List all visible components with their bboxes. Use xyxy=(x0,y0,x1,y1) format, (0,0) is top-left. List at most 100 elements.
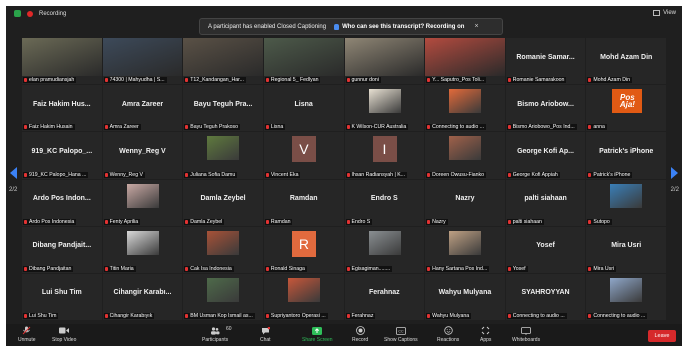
participant-tile[interactable]: BM Usman Kop Ismail as... xyxy=(183,273,263,320)
participant-tile[interactable]: Ramdan Ramdan xyxy=(263,179,344,226)
recording-indicator[interactable]: Recording xyxy=(14,10,66,17)
stop-video-button[interactable]: Stop Video xyxy=(52,326,76,343)
participant-tile[interactable]: Wenny_Reg V Wenny_Reg V xyxy=(102,132,183,179)
participant-caption-text: Ramdan xyxy=(270,218,291,225)
participant-profile-picture xyxy=(126,230,159,255)
participant-name-caption: Cihangir Karabıyık xyxy=(103,313,155,319)
microphone-muted-icon xyxy=(588,219,592,224)
microphone-muted-icon xyxy=(427,78,431,83)
participant-tile[interactable]: Faiz Hakim Hus... Faiz Hakim Husain xyxy=(22,85,102,132)
participant-tile[interactable]: Mira Usri Mira Usri xyxy=(586,226,666,273)
participant-tile[interactable]: Bayu Teguh Pra... Bayu Teguh Prakoso xyxy=(183,85,263,132)
participant-tile[interactable]: Sutopo xyxy=(586,179,666,226)
participant-tile[interactable]: K Wilson-CUR Australia xyxy=(344,85,425,132)
participant-tile[interactable]: Connecting to audio ... xyxy=(425,85,505,132)
participant-tile[interactable]: Mohd Azam Din Mohd Azam Din xyxy=(586,38,666,85)
participant-tile[interactable]: Damla Zeybel Damla Zeybel xyxy=(183,179,263,226)
participant-tile[interactable]: gunnur doni xyxy=(344,38,425,85)
apps-icon xyxy=(481,326,491,335)
show-captions-button[interactable]: CC Show Captions xyxy=(384,326,418,343)
participant-tile[interactable]: George Kofi Ap... George Kofi Appiah xyxy=(505,132,586,179)
participant-tile[interactable]: Wahyu Mulyana Wahyu Mulyana xyxy=(425,273,505,320)
participants-button[interactable]: Participants xyxy=(202,326,228,343)
participant-tile[interactable]: Nazry Nazry xyxy=(425,179,505,226)
participant-tile[interactable]: Lui Shu Tim Lui Shu Tim xyxy=(22,273,102,320)
participant-tile[interactable]: Bismo Ariobow... Bismo Ariobowo_Pos Ind..… xyxy=(505,85,586,132)
participant-tile[interactable]: R Ronald Sinaga xyxy=(263,226,344,273)
participant-tile[interactable]: Endro S Endro S xyxy=(344,179,425,226)
participant-tile[interactable]: V Vincent Eka xyxy=(263,132,344,179)
participant-tile[interactable]: T12_Kandangan_Har... xyxy=(183,38,263,85)
participant-caption-text: Lisna xyxy=(270,124,284,131)
transcript-visibility-link[interactable]: Who can see this transcript? Recording o… xyxy=(334,23,464,30)
next-page-nav[interactable]: 2/2 xyxy=(671,167,679,193)
share-screen-button[interactable]: Share Screen xyxy=(302,326,333,343)
participant-name-caption: Vincent Eka xyxy=(264,171,301,178)
participant-profile-picture xyxy=(207,136,240,161)
participant-tile[interactable]: Regional 5_ Fedlyan xyxy=(263,38,344,85)
whiteboards-button[interactable]: Whiteboards xyxy=(512,326,540,343)
participant-tile[interactable]: Y... Saputro_Pos Toli... xyxy=(425,38,505,85)
microphone-muted-icon xyxy=(265,78,269,83)
participant-tile[interactable]: Cak Isa Indonesia xyxy=(183,226,263,273)
participant-caption-text: Hany Sartana Pos Ind... xyxy=(432,265,488,272)
participant-tile[interactable]: 74300 | Mahyudha | S... xyxy=(102,38,183,85)
microphone-muted-icon xyxy=(507,125,511,130)
participant-tile[interactable]: Pos Aja! anna xyxy=(586,85,666,132)
reactions-button[interactable]: Reactions xyxy=(437,326,459,343)
chevron-left-icon[interactable] xyxy=(9,167,17,179)
participant-profile-picture xyxy=(610,183,643,208)
participant-tile[interactable]: elan pramudiansjah xyxy=(22,38,102,85)
participant-tile[interactable]: Doreen Owusu-Fianko xyxy=(425,132,505,179)
participant-name-caption: Y... Saputro_Pos Toli... xyxy=(426,77,487,84)
chevron-right-icon[interactable] xyxy=(671,167,679,179)
record-button[interactable]: Record xyxy=(352,326,368,343)
security-shield-icon[interactable] xyxy=(14,10,21,17)
participant-tile[interactable]: Amra Zareer Amra Zareer xyxy=(102,85,183,132)
participant-display-name: Dibang Pandjait... xyxy=(32,242,92,250)
close-icon[interactable]: × xyxy=(474,23,478,30)
participant-tile[interactable]: palti siahaan palti siahaan xyxy=(505,179,586,226)
participant-profile-picture xyxy=(207,230,240,255)
microphone-muted-icon xyxy=(265,314,269,318)
participant-tile[interactable]: Titin Maria xyxy=(102,226,183,273)
participant-caption-text: Faiz Hakim Husain xyxy=(29,124,73,131)
unmute-button[interactable]: Unmute xyxy=(18,326,36,343)
participant-tile[interactable]: Ardo Pos Indon... Ardo Pos Indonesia xyxy=(22,179,102,226)
view-button[interactable]: View xyxy=(653,10,676,16)
participant-video xyxy=(344,38,425,77)
participant-tile[interactable]: Connecting to audio ... xyxy=(586,273,666,320)
recording-label: Recording xyxy=(39,10,67,17)
participant-tile[interactable]: Lisna Lisna xyxy=(263,85,344,132)
participant-name-caption: K Wilson-CUR Australia xyxy=(345,124,409,131)
participant-caption-text: Bismo Ariobowo_Pos Ind... xyxy=(512,124,575,131)
chat-button[interactable]: Chat xyxy=(260,326,271,343)
participant-caption-text: Sutopo xyxy=(593,218,610,225)
participant-tile[interactable]: Egisagiman........ xyxy=(344,226,425,273)
participant-caption-text: K Wilson-CUR Australia xyxy=(351,124,407,131)
participant-tile[interactable]: Dibang Pandjait... Dibang Pandjaitan xyxy=(22,226,102,273)
participant-name-caption: Endro S xyxy=(345,218,373,225)
participant-name-caption: Cak Isa Indonesia xyxy=(184,265,234,272)
participant-tile[interactable]: Fenty Aprilia xyxy=(102,179,183,226)
participant-tile[interactable]: Juliana Sofia Damu xyxy=(183,132,263,179)
microphone-muted-icon xyxy=(507,314,511,318)
participant-tile[interactable]: Supriyantoro Operasi ... xyxy=(263,273,344,320)
participant-tile[interactable]: Yosef Yosef xyxy=(505,226,586,273)
apps-button[interactable]: Apps xyxy=(480,326,491,343)
participant-tile[interactable]: SYAHROYYAN Connecting to audio ... xyxy=(505,273,586,320)
participant-tile[interactable]: 919_KC Palopo_... 919_KC Palopo_Hana ... xyxy=(22,132,102,179)
participant-avatar-letter: R xyxy=(291,230,316,257)
microphone-muted-icon xyxy=(104,78,108,83)
participant-tile[interactable]: Patrick's iPhone Patrick's iPhone xyxy=(586,132,666,179)
participant-tile[interactable]: Cihangir Karabı... Cihangir Karabıyık xyxy=(102,273,183,320)
leave-button[interactable]: Leave xyxy=(648,330,676,342)
participant-tile[interactable]: Romanie Samar... Romanie Samarakoon xyxy=(505,38,586,85)
participant-tile[interactable]: I Ihsan Radiansyah | K... xyxy=(344,132,425,179)
participant-caption-text: Supriyantoro Operasi ... xyxy=(270,313,326,319)
participant-tile[interactable]: Hany Sartana Pos Ind... xyxy=(425,226,505,273)
participant-tile[interactable]: Ferahnaz Ferahnaz xyxy=(344,273,425,320)
next-page-label: 2/2 xyxy=(670,187,679,193)
prev-page-nav[interactable]: 2/2 xyxy=(9,167,17,193)
microphone-muted-icon xyxy=(24,78,27,83)
